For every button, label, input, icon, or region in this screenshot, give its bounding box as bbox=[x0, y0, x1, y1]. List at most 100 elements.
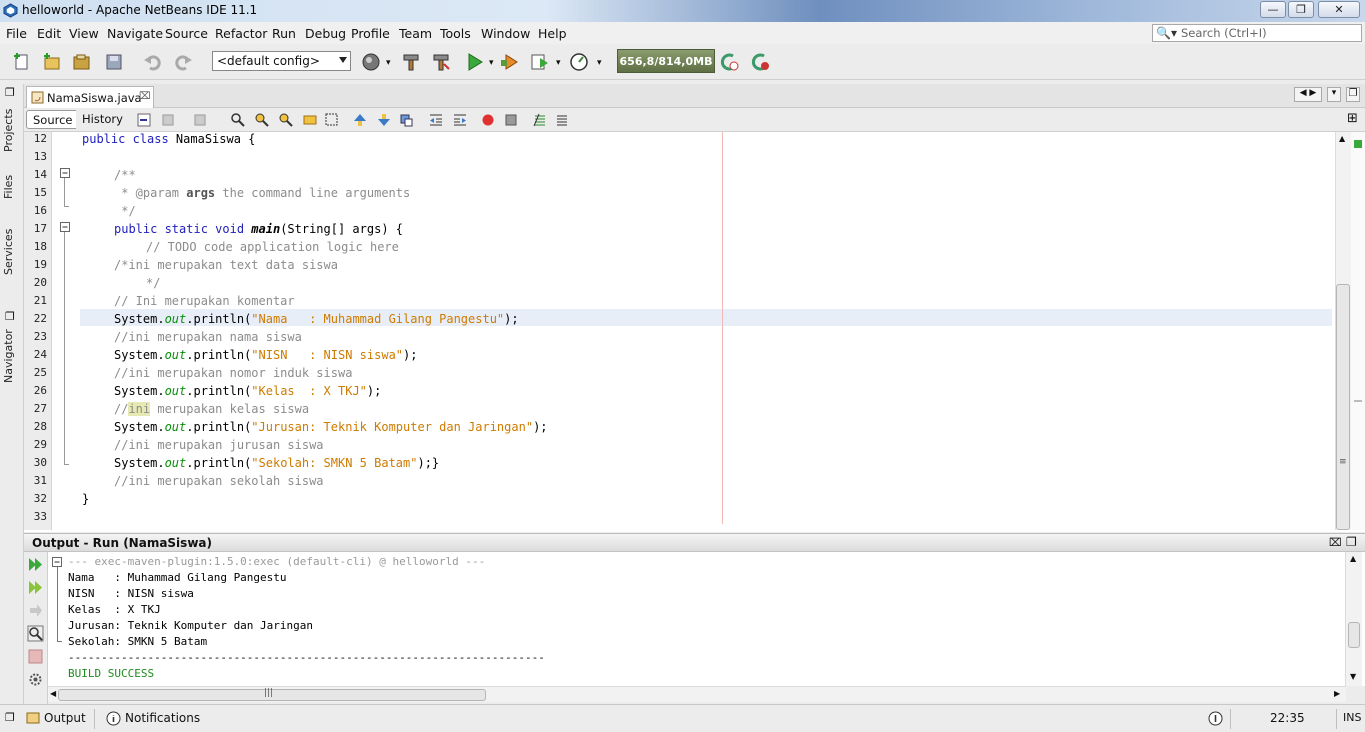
services-tab[interactable]: Services bbox=[2, 228, 22, 276]
restore-group-icon-2[interactable]: ❐ bbox=[5, 310, 15, 323]
menu-profile[interactable]: Profile bbox=[351, 26, 390, 41]
output-console[interactable]: --- exec-maven-plugin:1.5.0:exec (defaul… bbox=[48, 552, 1365, 686]
scroll-up-icon[interactable]: ▲ bbox=[1339, 134, 1345, 143]
output-tab[interactable]: Output bbox=[44, 711, 86, 725]
search-input[interactable]: 🔍▾ Search (Ctrl+I) bbox=[1152, 24, 1362, 42]
maximize-editor-icon[interactable]: ❐ bbox=[1346, 87, 1360, 102]
projects-tab[interactable]: Projects bbox=[2, 106, 22, 154]
clean-build-icon[interactable] bbox=[431, 52, 451, 72]
menu-tools[interactable]: Tools bbox=[440, 26, 471, 41]
menu-team[interactable]: Team bbox=[399, 26, 432, 41]
notifications-tab[interactable]: Notifications bbox=[125, 711, 200, 725]
close-window-button[interactable]: ✕ bbox=[1318, 1, 1360, 18]
output-horizontal-scrollbar[interactable]: ◀ ||| ▶ bbox=[48, 686, 1346, 702]
last-edit-icon[interactable] bbox=[136, 112, 152, 128]
output-vertical-scrollbar[interactable]: ▲ ▼ bbox=[1345, 552, 1362, 686]
profile-project-icon[interactable] bbox=[530, 52, 550, 72]
new-project-icon[interactable] bbox=[42, 52, 62, 72]
navigator-tab[interactable]: Navigator bbox=[2, 328, 22, 384]
restore-group-icon[interactable]: ❐ bbox=[5, 711, 15, 724]
find-previous-icon[interactable] bbox=[254, 112, 270, 128]
insert-mode[interactable]: INS bbox=[1343, 711, 1361, 724]
scroll-right-icon[interactable]: ▶ bbox=[1334, 689, 1340, 698]
menu-navigate[interactable]: Navigate bbox=[107, 26, 163, 41]
shift-right-icon[interactable] bbox=[452, 112, 468, 128]
profiler-dropdown-icon[interactable]: ▾ bbox=[597, 58, 602, 68]
source-button[interactable]: Source bbox=[26, 110, 80, 129]
run-dropdown-icon[interactable]: ▾ bbox=[489, 58, 494, 68]
undo-icon[interactable] bbox=[143, 52, 163, 72]
menu-window[interactable]: Window bbox=[481, 26, 530, 41]
stop-build-icon[interactable] bbox=[27, 648, 44, 665]
search-output-icon[interactable] bbox=[27, 625, 44, 642]
minimize-button[interactable]: — bbox=[1260, 1, 1286, 18]
save-all-icon[interactable] bbox=[104, 52, 124, 72]
error-stripe[interactable] bbox=[1351, 132, 1365, 530]
gc-snapshot-icon[interactable] bbox=[719, 52, 739, 72]
scroll-tabs-icon[interactable]: ◀ ▶ bbox=[1294, 87, 1322, 102]
ok-status-marker[interactable] bbox=[1354, 140, 1362, 148]
profiler-gauge-icon[interactable] bbox=[569, 52, 589, 72]
scroll-up-icon[interactable]: ▲ bbox=[1350, 554, 1356, 563]
build-hammer-icon[interactable] bbox=[401, 52, 421, 72]
browser-dropdown-icon[interactable]: ▾ bbox=[386, 58, 391, 68]
shift-left-icon[interactable] bbox=[428, 112, 444, 128]
scroll-down-icon[interactable]: ▼ bbox=[1350, 672, 1356, 681]
find-next-icon[interactable] bbox=[278, 112, 294, 128]
uncomment-icon[interactable] bbox=[554, 112, 570, 128]
caret-position[interactable]: 22:35 bbox=[1270, 711, 1305, 725]
gc-record-icon[interactable] bbox=[750, 52, 770, 72]
tab-namasiswa-java[interactable]: NamaSiswa.java ⌧ bbox=[26, 86, 154, 108]
menu-edit[interactable]: Edit bbox=[37, 26, 61, 41]
debug-project-icon[interactable] bbox=[500, 52, 520, 72]
previous-bookmark-icon[interactable] bbox=[352, 112, 368, 128]
history-button[interactable]: History bbox=[76, 110, 129, 129]
close-tab-icon[interactable]: ⌧ bbox=[139, 91, 151, 102]
back-icon[interactable] bbox=[160, 112, 176, 128]
new-file-icon[interactable] bbox=[12, 52, 32, 72]
redo-icon[interactable] bbox=[173, 52, 193, 72]
restore-button[interactable]: ❐ bbox=[1288, 1, 1314, 18]
settings-icon[interactable] bbox=[27, 671, 44, 688]
menu-help[interactable]: Help bbox=[538, 26, 567, 41]
next-bookmark-icon[interactable] bbox=[376, 112, 392, 128]
browser-globe-icon[interactable] bbox=[361, 52, 381, 72]
fold-collapse-icon[interactable] bbox=[60, 168, 72, 180]
config-select[interactable]: <default config> bbox=[212, 51, 351, 71]
comment-icon[interactable] bbox=[532, 112, 548, 128]
rerun-icon[interactable] bbox=[27, 556, 44, 573]
files-tab[interactable]: Files bbox=[2, 172, 22, 202]
menu-refactor[interactable]: Refactor bbox=[215, 26, 267, 41]
memory-usage-indicator[interactable]: 656,8/814,0MB bbox=[617, 49, 715, 73]
output-scroll-thumb[interactable] bbox=[1348, 622, 1360, 648]
menu-view[interactable]: View bbox=[69, 26, 99, 41]
stripe-mark[interactable] bbox=[1354, 400, 1362, 402]
menu-run[interactable]: Run bbox=[272, 26, 296, 41]
stop-macro-icon[interactable] bbox=[503, 112, 519, 128]
rectangular-selection-icon[interactable] bbox=[324, 112, 340, 128]
menu-debug[interactable]: Debug bbox=[305, 26, 346, 41]
menu-file[interactable]: File bbox=[6, 26, 27, 41]
scroll-left-icon[interactable]: ◀ bbox=[50, 689, 56, 698]
maximize-output-icon[interactable]: ❐ bbox=[1346, 535, 1357, 549]
restore-group-icon[interactable]: ❐ bbox=[5, 86, 15, 99]
toggle-bookmark-icon[interactable] bbox=[398, 112, 414, 128]
menu-source[interactable]: Source bbox=[165, 26, 208, 41]
editor-scroll-thumb[interactable]: ≡ bbox=[1336, 284, 1350, 530]
fold-collapse-icon[interactable] bbox=[60, 222, 72, 234]
start-macro-icon[interactable] bbox=[480, 112, 496, 128]
forward-icon[interactable] bbox=[192, 112, 208, 128]
open-project-icon[interactable] bbox=[72, 52, 92, 72]
tab-list-dropdown-icon[interactable]: ▾ bbox=[1327, 87, 1341, 102]
rerun-with-params-icon[interactable] bbox=[27, 579, 44, 596]
find-selection-icon[interactable] bbox=[230, 112, 246, 128]
run-project-icon[interactable] bbox=[465, 52, 485, 72]
profile-dropdown-icon[interactable]: ▾ bbox=[556, 58, 561, 68]
output-hscroll-thumb[interactable]: ||| bbox=[58, 688, 486, 701]
notification-count-icon[interactable] bbox=[1208, 711, 1223, 726]
toggle-highlight-icon[interactable] bbox=[302, 112, 318, 128]
split-editor-icon[interactable]: ⊞ bbox=[1347, 111, 1358, 126]
resume-icon[interactable] bbox=[27, 602, 44, 619]
code-editor[interactable]: 12 13 14 15 16 17 18 19 20 21 22 23 24 2… bbox=[24, 132, 1365, 532]
close-output-icon[interactable]: ⌧ bbox=[1329, 536, 1342, 549]
